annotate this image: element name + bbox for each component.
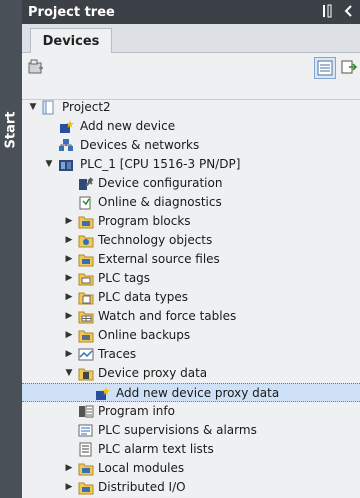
collapsed-arrow-icon[interactable]: ▶	[64, 215, 74, 227]
tab-row: Devices	[22, 24, 360, 53]
traces-icon	[78, 347, 94, 362]
folder-icon	[78, 214, 94, 229]
tree-item[interactable]: ▶ Traces	[22, 345, 360, 364]
tree-item-label: Device proxy data	[98, 366, 208, 380]
collapsed-arrow-icon[interactable]: ▶	[64, 462, 74, 474]
tree-item[interactable]: Program info	[22, 402, 360, 421]
collapsed-arrow-icon[interactable]: ▶	[64, 234, 74, 246]
collapsed-arrow-icon[interactable]: ▶	[64, 272, 74, 284]
technology-icon	[78, 233, 94, 248]
tree-item[interactable]: ▶ Watch and force tables	[22, 307, 360, 326]
tree-item-label: Devices & networks	[80, 138, 200, 152]
tree-item-label: External source files	[98, 252, 220, 266]
expanded-arrow-icon[interactable]: ▼	[64, 367, 74, 379]
tree-item-label: Distributed I/O	[98, 480, 186, 494]
export-icon[interactable]	[340, 57, 358, 77]
detail-view-icon[interactable]	[314, 57, 336, 79]
folder-icon	[78, 461, 94, 476]
tree-item-label: PLC data types	[98, 290, 189, 304]
tree-item-label: PLC tags	[98, 271, 151, 285]
tree-item-label: Technology objects	[98, 233, 213, 247]
project-tree-panel: Project tree Devices ▼ Project2 Add new de…	[22, 0, 360, 498]
tab-devices-label: Devices	[42, 33, 100, 49]
tree-item-label: Project2	[62, 100, 111, 114]
tree-item[interactable]: ▶ Local modules	[22, 459, 360, 478]
tree-item[interactable]: ▶ Distributed I/O	[22, 478, 360, 497]
tree-item-label: PLC alarm text lists	[98, 442, 214, 456]
tree-item[interactable]: ▼ Device proxy data	[22, 364, 360, 383]
tree-item[interactable]: Device configuration	[22, 174, 360, 193]
tree-item[interactable]: ▶ Technology objects	[22, 231, 360, 250]
tags-icon	[78, 271, 94, 286]
folder-icon	[78, 480, 94, 495]
expanded-arrow-icon[interactable]: ▼	[44, 158, 54, 170]
pin-icon[interactable]	[320, 4, 334, 18]
panel-titlebar: Project tree	[22, 0, 360, 24]
proxy-folder-icon	[78, 366, 94, 381]
datatypes-icon	[78, 290, 94, 305]
folder-icon	[78, 252, 94, 267]
tree-item[interactable]: PLC alarm text lists	[22, 440, 360, 459]
project-icon	[40, 100, 56, 115]
start-tab[interactable]: Start	[0, 100, 22, 160]
new-folder-icon[interactable]	[28, 59, 44, 75]
tree-item[interactable]: Devices & networks	[22, 136, 360, 155]
plc-icon	[58, 157, 74, 172]
network-icon	[58, 138, 74, 153]
tree-item-label: Local modules	[98, 461, 185, 475]
tree-item-label: Online backups	[98, 328, 191, 342]
collapsed-arrow-icon[interactable]: ▶	[64, 329, 74, 341]
collapse-icon[interactable]	[342, 4, 356, 18]
tree-item-label: PLC supervisions & alarms	[98, 423, 257, 437]
tree-item[interactable]: ▶ PLC data types	[22, 288, 360, 307]
tree-item[interactable]: ▶ Online backups	[22, 326, 360, 345]
collapsed-arrow-icon[interactable]: ▶	[64, 481, 74, 493]
alarms-icon	[78, 423, 94, 438]
tree-item[interactable]: ▶ PLC tags	[22, 269, 360, 288]
tab-devices[interactable]: Devices	[30, 28, 112, 53]
tree-item[interactable]: Add new device	[22, 117, 360, 136]
expanded-arrow-icon[interactable]: ▼	[28, 101, 38, 113]
start-label: Start	[3, 111, 19, 149]
diagnostics-icon	[78, 195, 94, 210]
collapsed-arrow-icon[interactable]: ▶	[64, 348, 74, 360]
tree-item[interactable]: ▼ PLC_1 [CPU 1516-3 PN/DP]	[22, 155, 360, 174]
tree-item[interactable]: ▶ External source files	[22, 250, 360, 269]
text-list-icon	[78, 442, 94, 457]
tree-item-label: Traces	[98, 347, 137, 361]
tree-item-label: Watch and force tables	[98, 309, 237, 323]
tree-item[interactable]: ▶ Program blocks	[22, 212, 360, 231]
watch-table-icon	[78, 309, 94, 324]
backup-icon	[78, 328, 94, 343]
device-config-icon	[78, 176, 94, 191]
tree-toolbar	[22, 53, 360, 100]
tree-item-label: Program blocks	[98, 214, 191, 228]
tree-item-label: PLC_1 [CPU 1516-3 PN/DP]	[80, 157, 241, 171]
side-strip: Start	[0, 0, 23, 498]
add-proxy-icon	[94, 386, 110, 401]
tree-item-label: Device configuration	[98, 176, 223, 190]
tree-item-label: Online & diagnostics	[98, 195, 222, 209]
collapsed-arrow-icon[interactable]: ▶	[64, 310, 74, 322]
tree-item[interactable]: PLC supervisions & alarms	[22, 421, 360, 440]
tree-item-label: Program info	[98, 404, 175, 418]
add-device-icon	[58, 119, 74, 134]
tree-item-label: Add new device proxy data	[116, 386, 280, 400]
project-tree: ▼ Project2 Add new device Devices & network…	[22, 98, 360, 497]
tree-item[interactable]: ▼ Project2	[22, 98, 360, 117]
tree-item[interactable]: Add new device proxy data	[22, 383, 360, 402]
tree-item-label: Add new device	[80, 119, 176, 133]
panel-title: Project tree	[28, 4, 115, 20]
program-info-icon	[78, 404, 94, 419]
tree-item[interactable]: Online & diagnostics	[22, 193, 360, 212]
collapsed-arrow-icon[interactable]: ▶	[64, 253, 74, 265]
collapsed-arrow-icon[interactable]: ▶	[64, 291, 74, 303]
